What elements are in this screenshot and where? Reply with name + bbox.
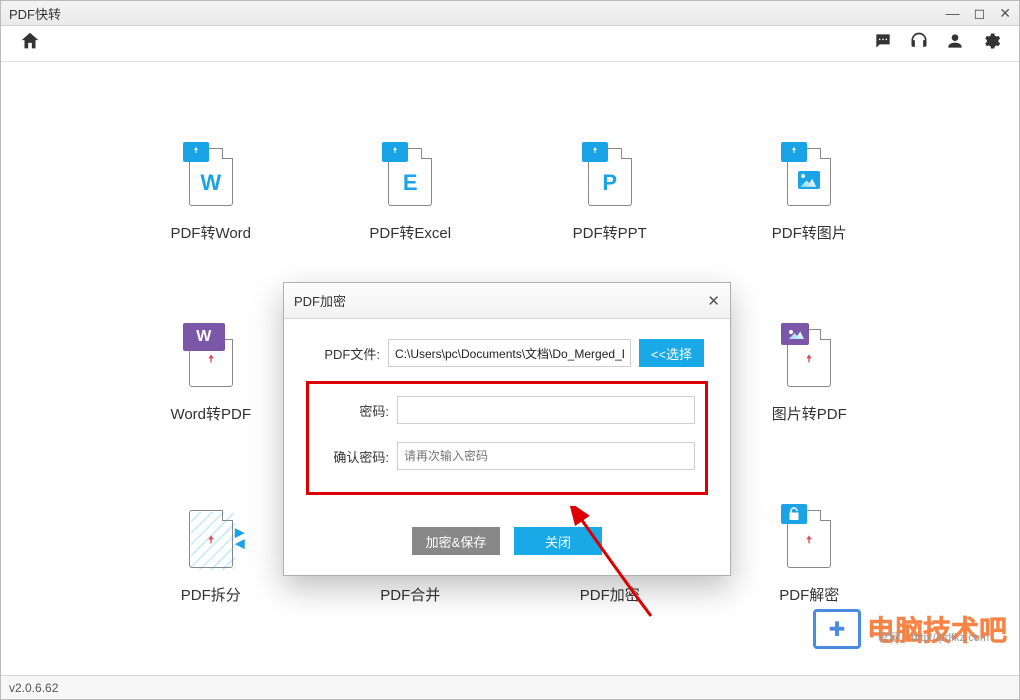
encrypt-dialog: PDF加密 ✕ PDF文件: <<选择 密码: 确认密码: [283, 282, 731, 576]
home-icon [19, 30, 41, 52]
feature-label: PDF转Word [170, 222, 251, 243]
toolbar-right [873, 31, 1001, 56]
file-icon [781, 323, 837, 391]
pdf-badge-icon [781, 142, 807, 162]
dialog-close-button[interactable]: ✕ [707, 292, 720, 310]
file-icon: ▶◀ [183, 504, 239, 572]
file-label: PDF文件: [310, 344, 380, 363]
statusbar: v2.0.6.62 [1, 675, 1019, 699]
user-icon [945, 31, 965, 51]
feature-label: PDF拆分 [181, 584, 241, 605]
ppt-letter-icon: P [602, 170, 617, 196]
version-label: v2.0.6.62 [9, 681, 58, 695]
feature-label: PDF转图片 [772, 222, 847, 243]
app-window: PDF快转 — ◻ ✕ W PDF转W [0, 0, 1020, 700]
home-button[interactable] [19, 30, 41, 57]
maximize-button[interactable]: ◻ [974, 6, 986, 20]
close-dialog-button[interactable]: 关闭 [514, 527, 602, 555]
file-icon: P [582, 142, 638, 210]
confirm-password-label: 确认密码: [319, 447, 389, 466]
gear-icon [981, 31, 1001, 51]
password-row: 密码: [319, 396, 695, 424]
speech-bubble-icon [873, 31, 893, 51]
feature-label: PDF转PPT [573, 222, 647, 243]
confirm-password-input[interactable] [397, 442, 695, 470]
feature-pdf-split[interactable]: ▶◀ PDF拆分 [121, 504, 301, 605]
feature-label: 图片转PDF [772, 403, 847, 424]
pdf-badge-icon [183, 142, 209, 162]
settings-button[interactable] [981, 31, 1001, 56]
feature-pdf-to-ppt[interactable]: P PDF转PPT [520, 142, 700, 243]
feature-word-to-pdf[interactable]: W Word转PDF [121, 323, 301, 424]
word-letter-icon: W [200, 170, 221, 196]
feature-pdf-to-image[interactable]: PDF转图片 [720, 142, 900, 243]
pdf-icon [203, 534, 219, 550]
pdf-icon [203, 353, 219, 369]
dialog-footer: 加密&保存 关闭 [284, 527, 730, 575]
feature-label: PDF合并 [380, 584, 440, 605]
pdf-icon [801, 353, 817, 369]
dialog-body: PDF文件: <<选择 密码: 确认密码: [284, 319, 730, 527]
dialog-title: PDF加密 [294, 291, 346, 310]
encrypt-save-button[interactable]: 加密&保存 [412, 527, 500, 555]
file-row: PDF文件: <<选择 [310, 339, 704, 367]
content-area: W PDF转Word E PDF转Excel P PDF转PPT [1, 62, 1019, 675]
image-icon [798, 171, 820, 189]
password-input[interactable] [397, 396, 695, 424]
file-icon [781, 142, 837, 210]
pdf-badge-icon [582, 142, 608, 162]
feature-pdf-to-word[interactable]: W PDF转Word [121, 142, 301, 243]
file-icon: W [183, 323, 239, 391]
watermark-subtext: 官网：http://pdfkz.com [878, 629, 989, 645]
window-controls: — ◻ ✕ [946, 6, 1011, 20]
file-path-input[interactable] [388, 339, 631, 367]
split-arrows-icon: ▶◀ [235, 528, 245, 549]
chat-button[interactable] [873, 31, 893, 56]
close-window-button[interactable]: ✕ [999, 6, 1011, 20]
app-title: PDF快转 [9, 4, 61, 23]
feature-label: PDF解密 [779, 584, 839, 605]
unlock-badge-icon [781, 504, 807, 524]
support-button[interactable] [909, 31, 929, 56]
toolbar [1, 26, 1019, 62]
feature-label: PDF转Excel [369, 222, 451, 243]
feature-pdf-decrypt[interactable]: PDF解密 [720, 504, 900, 605]
file-icon: W [183, 142, 239, 210]
feature-label: PDF加密 [580, 584, 640, 605]
feature-image-to-pdf[interactable]: 图片转PDF [720, 323, 900, 424]
feature-label: Word转PDF [170, 403, 251, 424]
choose-file-button[interactable]: <<选择 [639, 339, 704, 367]
feature-pdf-to-excel[interactable]: E PDF转Excel [321, 142, 501, 243]
dialog-titlebar: PDF加密 ✕ [284, 283, 730, 319]
headset-icon [909, 31, 929, 51]
pdf-badge-icon [382, 142, 408, 162]
word-badge-icon: W [183, 323, 225, 351]
confirm-password-row: 确认密码: [319, 442, 695, 470]
excel-letter-icon: E [403, 170, 418, 196]
minimize-button[interactable]: — [946, 6, 960, 20]
account-button[interactable] [945, 31, 965, 56]
file-icon [781, 504, 837, 572]
pdf-icon [801, 534, 817, 550]
password-label: 密码: [319, 401, 389, 420]
titlebar: PDF快转 — ◻ ✕ [1, 1, 1019, 26]
file-icon: E [382, 142, 438, 210]
lock-open-icon [785, 505, 803, 523]
highlight-box: 密码: 确认密码: [306, 381, 708, 495]
image-badge-icon [781, 323, 809, 345]
